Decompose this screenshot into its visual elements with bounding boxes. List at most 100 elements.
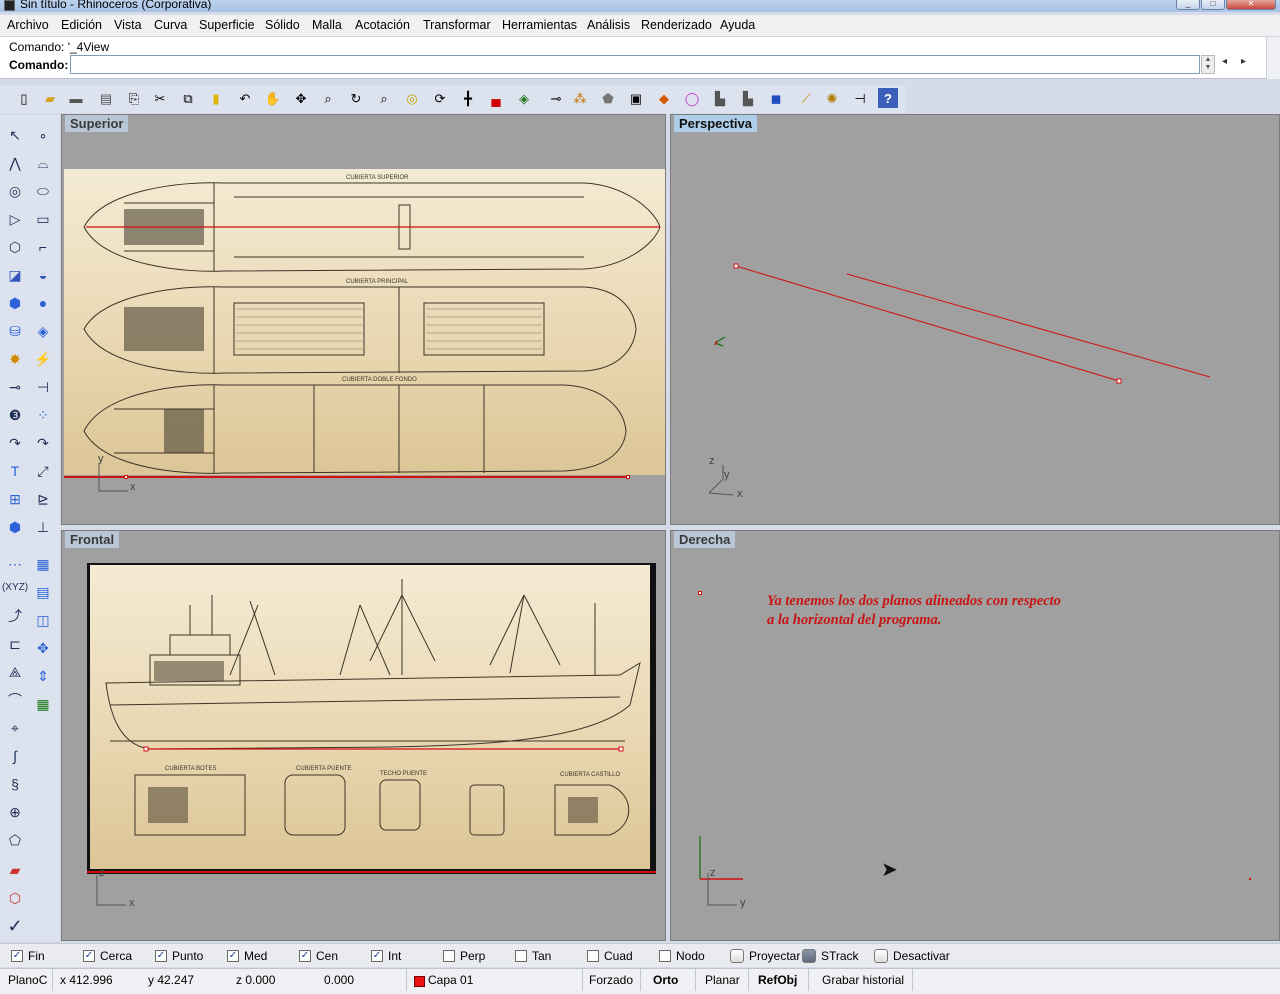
analysis-icon[interactable]: ⊵ (32, 488, 54, 510)
menu-renderizado[interactable]: Renderizado (641, 18, 712, 32)
print-icon[interactable]: ▤ (96, 88, 116, 108)
orient-icon[interactable]: ⟁ (4, 661, 26, 683)
history-icon[interactable]: ∫ (4, 745, 26, 767)
menu-curva[interactable]: Curva (154, 18, 187, 32)
wand-icon[interactable]: ⟋ (796, 88, 816, 108)
command-scroll-arrows[interactable]: ▲ ▼ (1201, 55, 1215, 74)
zoom-window-icon[interactable]: ⌕ (318, 88, 338, 108)
menu-edicion[interactable]: Edición (61, 18, 102, 32)
render-2-icon[interactable]: ▦ (32, 693, 54, 715)
ellipse-icon[interactable]: ⬭ (32, 180, 54, 202)
copy-icon[interactable]: ⧉ (178, 88, 198, 108)
scale-icon[interactable]: ⊏ (4, 633, 26, 655)
curve-tools-icon[interactable]: ↷ (4, 432, 26, 454)
sun-icon[interactable]: ✺ (822, 88, 842, 108)
command-history-scrollbar[interactable] (1266, 37, 1280, 79)
osnap-cen-checkbox[interactable]: ✓ (299, 949, 311, 962)
curvature-icon[interactable]: ⌒ (4, 689, 26, 711)
color-wheel-icon[interactable]: ◯ (682, 88, 702, 108)
check-icon[interactable]: ⊕ (4, 801, 26, 823)
viewport-right[interactable]: Derecha Ya tenemos los dos planos alinea… (670, 530, 1280, 941)
viewport-front[interactable]: Frontal CUBIERTA BOTES CUBIERTA PUENTE T… (61, 530, 666, 941)
osnap-int-checkbox[interactable]: ✓ (371, 949, 383, 962)
viewport-perspective[interactable]: Perspectiva z y x (670, 114, 1280, 525)
menu-ayuda[interactable]: Ayuda (720, 18, 755, 32)
toggle-desactivar[interactable]: Desactivar (874, 948, 950, 963)
status-orto[interactable]: Orto (653, 973, 678, 987)
checkmark-icon[interactable]: ✓ (4, 915, 26, 937)
paste-icon[interactable]: ▮ (206, 88, 226, 108)
pan-icon[interactable]: ✋ (263, 88, 283, 108)
layer-color-swatch[interactable] (414, 976, 425, 987)
top-control-point-2[interactable] (626, 475, 630, 479)
menu-malla[interactable]: Malla (312, 18, 342, 32)
surface-icon[interactable]: ◪ (4, 264, 26, 286)
dimension-icon[interactable]: ⤢ (32, 460, 54, 482)
layers-icon[interactable]: ◈ (514, 88, 534, 108)
transform-icon[interactable]: ⤴ (4, 605, 26, 627)
revolve-icon[interactable]: ◒ (32, 264, 54, 286)
zoom-extents-icon[interactable]: ◎ (402, 88, 422, 108)
rotate-icon[interactable]: ◫ (32, 609, 54, 631)
solid-tools-icon[interactable]: ⬢ (4, 516, 26, 538)
shade-icon[interactable]: ⬟ (598, 88, 618, 108)
maximize-button[interactable]: □ (1201, 0, 1225, 10)
move-icon[interactable]: ⇕ (32, 665, 54, 687)
planar-surface-icon[interactable]: ◈ (32, 320, 54, 342)
extend-icon[interactable]: ⊣ (32, 376, 54, 398)
cut-icon[interactable]: ✂ (150, 88, 170, 108)
viewport-top[interactable]: Superior CUBIERTA SUPERIOR CUBIERTA PRIN… (61, 114, 666, 525)
osnap-tan-checkbox[interactable] (515, 949, 527, 962)
light-icon[interactable]: ▙ (710, 88, 730, 108)
osnap-cerca[interactable]: ✓ Cerca (83, 948, 132, 963)
display-icon[interactable]: ▣ (626, 88, 646, 108)
render-icon[interactable]: ◆ (654, 88, 674, 108)
status-cplane[interactable]: PlanoC (8, 973, 47, 987)
grid-icon[interactable]: ╋ (458, 88, 478, 108)
osnap-med-checkbox[interactable]: ✓ (227, 949, 239, 962)
menu-transformar[interactable]: Transformar (423, 18, 491, 32)
menu-archivo[interactable]: Archivo (7, 18, 49, 32)
osnap-med[interactable]: ✓ Med (227, 948, 267, 963)
offset-icon[interactable]: ⁘ (32, 404, 54, 426)
osnap-punto[interactable]: ✓ Punto (155, 948, 203, 963)
box-icon[interactable]: ⬢ (4, 292, 26, 314)
material-icon[interactable]: ◼ (766, 88, 786, 108)
osnap-perp-checkbox[interactable] (443, 949, 455, 962)
menu-vista[interactable]: Vista (114, 18, 142, 32)
perspective-point-1[interactable] (733, 263, 739, 269)
menu-analisis[interactable]: Análisis (587, 18, 630, 32)
fillet-icon[interactable]: ⌐ (32, 236, 54, 258)
trim-icon[interactable]: ⚡ (32, 348, 54, 370)
array-icon[interactable]: ⊞ (4, 488, 26, 510)
zoom-icon[interactable]: ⌕ (374, 88, 394, 108)
circle-icon[interactable]: ◎ (4, 180, 26, 202)
osnap-cuad[interactable]: Cuad (587, 948, 633, 963)
rotate-view-icon[interactable]: ↻ (346, 88, 366, 108)
right-control-point[interactable] (698, 591, 702, 595)
clipboard-icon[interactable]: ⎘ (124, 88, 144, 108)
toggle-strack-box[interactable] (802, 948, 816, 963)
osnap-tan[interactable]: Tan (515, 948, 551, 963)
undo-icon[interactable]: ↶ (235, 88, 255, 108)
viewport-title-front[interactable]: Frontal (65, 531, 120, 548)
save-icon[interactable]: ▬ (66, 88, 86, 108)
cplane-icon[interactable]: ▦ (32, 553, 54, 575)
perspective-line-1[interactable] (735, 265, 1120, 382)
toggle-proyectar-box[interactable] (730, 948, 744, 963)
rectangle-icon[interactable]: ▭ (32, 208, 54, 230)
perspective-line-2[interactable] (846, 273, 1211, 378)
edit-icon[interactable]: ⌖ (4, 717, 26, 739)
cube-icon[interactable]: ⬡ (4, 887, 26, 909)
minimize-button[interactable]: _ (1176, 0, 1200, 10)
blend-2-icon[interactable]: § (4, 773, 26, 795)
points-icon[interactable]: ⁂ (570, 88, 590, 108)
polyline-icon[interactable]: ⋀ (4, 152, 26, 174)
snap-icon[interactable]: ⊸ (546, 88, 566, 108)
front-red-baseline[interactable] (87, 871, 656, 873)
command-input[interactable] (70, 55, 1200, 74)
toggle-strack[interactable]: STrack (802, 948, 859, 963)
align-icon[interactable]: ⋯ (4, 553, 26, 575)
osnap-cerca-checkbox[interactable]: ✓ (83, 949, 95, 962)
xyz-icon[interactable]: (XYZ) (2, 577, 28, 599)
